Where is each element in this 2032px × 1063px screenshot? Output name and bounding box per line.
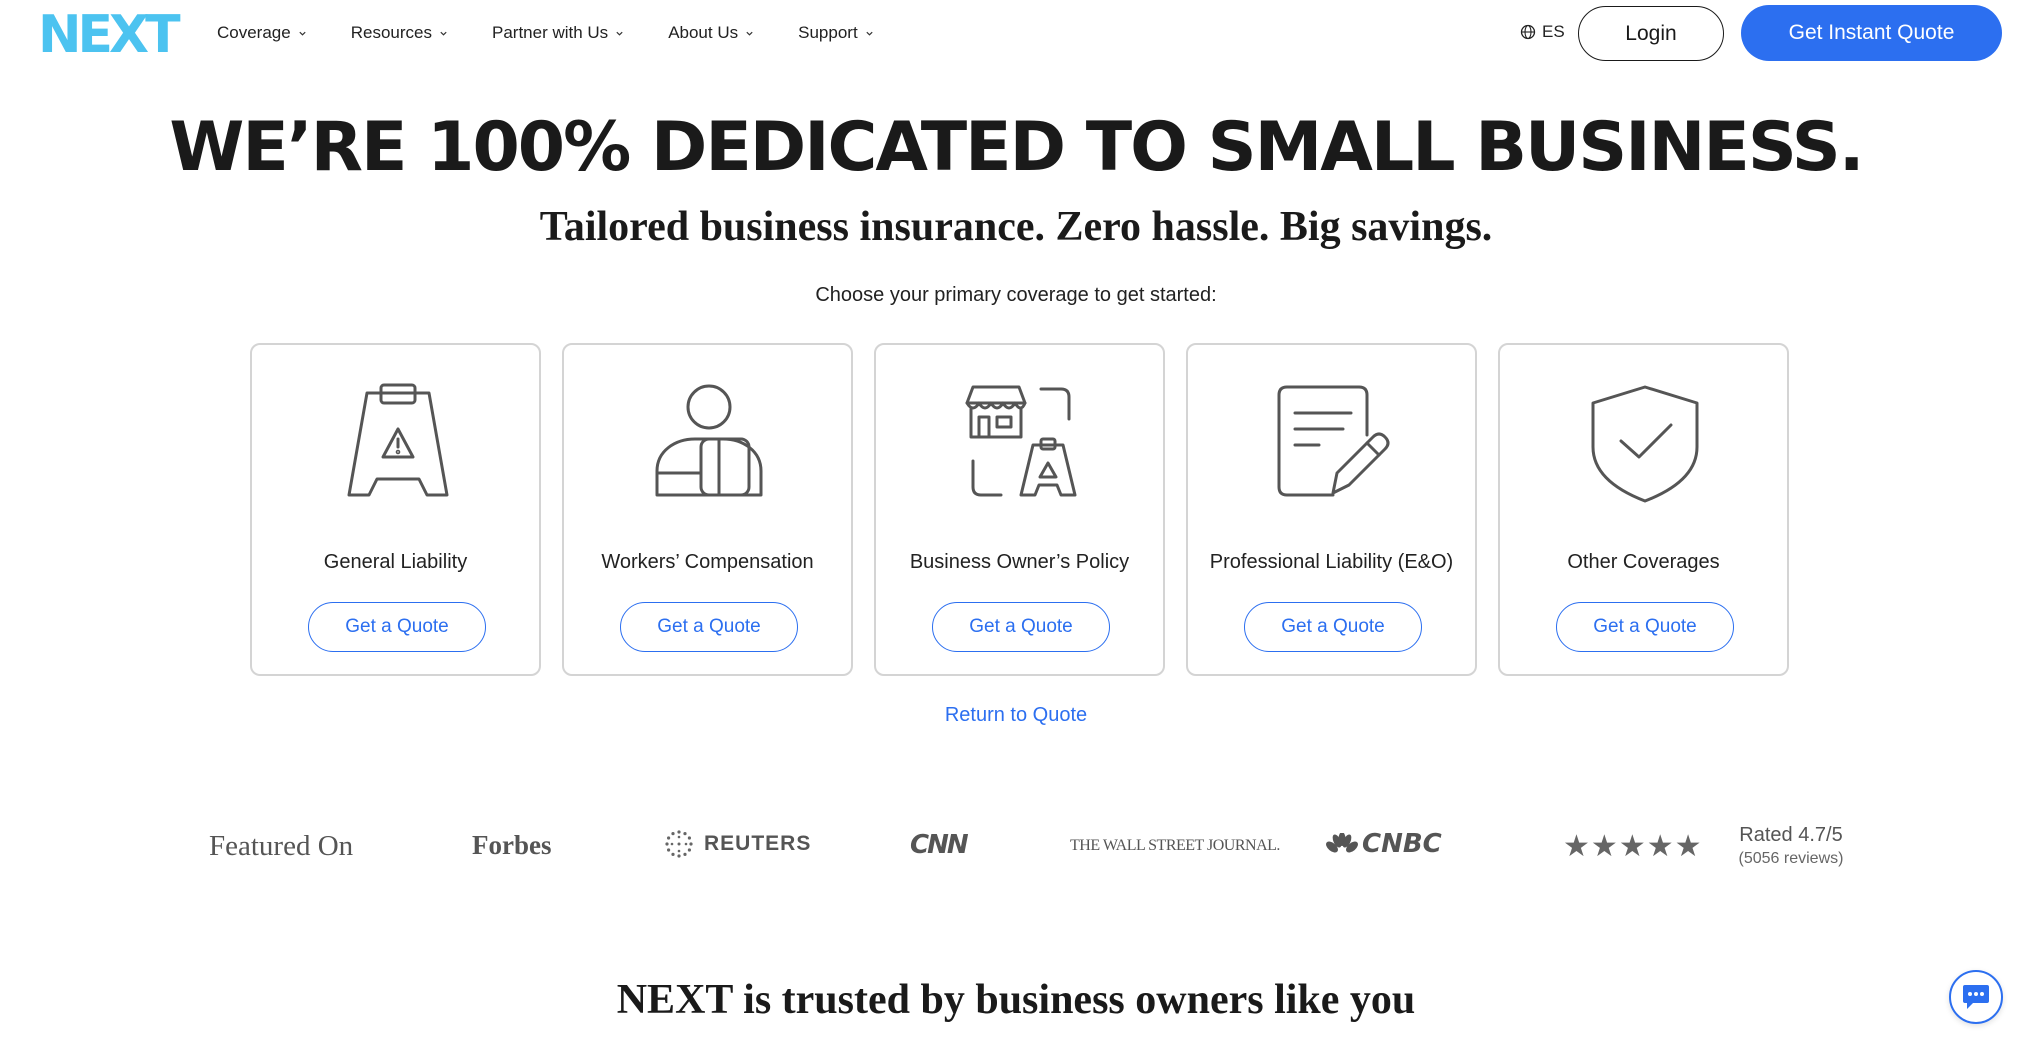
chevron-down-icon <box>866 31 873 36</box>
chat-widget-button[interactable] <box>1949 970 2003 1024</box>
nav-about-label: About Us <box>668 23 739 42</box>
chevron-down-icon <box>746 31 753 36</box>
featured-on-strip: Featured On Forbes REUTERS CNN THE WALL … <box>0 820 2032 880</box>
coverage-label: Professional Liability (E&O) <box>1209 551 1454 573</box>
nav-partner-label: Partner with Us <box>491 23 609 42</box>
bop-quote-button[interactable]: Get a Quote <box>932 602 1110 652</box>
coverage-label: Workers’ Compensation <box>601 551 814 573</box>
star-icon: ★ <box>1590 830 1618 863</box>
coverage-label: General Liability <box>323 551 468 573</box>
other-coverages-quote-button[interactable]: Get a Quote <box>1556 602 1734 652</box>
general-liability-quote-button[interactable]: Get a Quote <box>308 602 486 652</box>
wsj-logo: THE WALL STREET JOURNAL. <box>1070 837 1280 854</box>
forbes-logo: Forbes <box>472 830 552 860</box>
coverage-label: Other Coverages <box>1567 551 1720 573</box>
star-icon: ★ <box>1618 830 1646 863</box>
trusted-heading: NEXT is trusted by business owners like … <box>616 977 1416 1023</box>
nav-about[interactable]: About Us <box>668 23 754 43</box>
nav-coverage[interactable]: Coverage <box>217 23 307 43</box>
nav-coverage-label: Coverage <box>217 23 291 42</box>
return-to-quote-link[interactable]: Return to Quote <box>0 704 2032 727</box>
featured-on-label: Featured On <box>209 830 354 862</box>
chevron-down-icon <box>299 31 306 36</box>
reuters-wordmark: REUTERS <box>704 832 812 855</box>
main-nav: Coverage Resources Partner with Us About… <box>217 20 918 46</box>
nav-partner[interactable]: Partner with Us <box>492 23 624 43</box>
coverage-card-workers-comp[interactable]: Workers’ Compensation Get a Quote <box>562 343 853 676</box>
professional-liability-quote-button[interactable]: Get a Quote <box>1244 602 1422 652</box>
star-icon: ★ <box>1563 830 1590 863</box>
svg-text:NEXT: NEXT <box>38 8 181 58</box>
star-rating: ★ ★ ★ ★ ★ <box>1563 832 1703 862</box>
star-icon: ★ <box>1646 830 1674 863</box>
chevron-down-icon <box>616 31 623 36</box>
coverage-card-professional-liability[interactable]: Professional Liability (E&O) Get a Quote <box>1186 343 1477 676</box>
shield-check-icon <box>1591 385 1699 503</box>
nav-support-label: Support <box>798 23 858 42</box>
review-count: (5056 reviews) <box>1738 850 1844 867</box>
reuters-logo: REUTERS <box>664 829 811 859</box>
workers-comp-quote-button[interactable]: Get a Quote <box>620 602 798 652</box>
cnbc-wordmark: CNBC <box>1362 829 1442 859</box>
star-icon: ★ <box>1674 830 1702 863</box>
page-subheadline: Tailored business insurance. Zero hassle… <box>539 204 1493 250</box>
chat-bubble-icon <box>1963 985 1989 1009</box>
language-label: ES <box>1542 22 1565 41</box>
peacock-icon <box>1326 833 1358 853</box>
coverage-card-bop[interactable]: Business Owner’s Policy Get a Quote <box>874 343 1165 676</box>
cnbc-logo: CNBC <box>1326 829 1442 859</box>
coverage-prompt: Choose your primary coverage to get star… <box>815 284 1217 306</box>
document-pen-icon <box>1277 385 1390 497</box>
language-switcher[interactable]: ES <box>1520 22 1565 42</box>
login-button[interactable]: Login <box>1578 6 1724 61</box>
page-headline: WE’RE 100% DEDICATED TO SMALL BUSINESS. <box>169 108 1864 187</box>
chevron-down-icon <box>440 31 447 36</box>
coverage-card-other[interactable]: Other Coverages Get a Quote <box>1498 343 1789 676</box>
coverage-label: Business Owner’s Policy <box>909 551 1130 573</box>
get-instant-quote-button[interactable]: Get Instant Quote <box>1741 5 2002 61</box>
coverage-cards: General Liability Get a Quote Workers’ C… <box>250 343 1810 676</box>
rating-summary[interactable]: Rated 4.7/5 (5056 reviews) <box>1716 824 1866 868</box>
wet-floor-sign-icon <box>347 383 449 497</box>
coverage-card-general-liability[interactable]: General Liability Get a Quote <box>250 343 541 676</box>
nav-resources-label: Resources <box>350 23 432 42</box>
injured-worker-icon <box>655 384 763 497</box>
site-header: NEXT Coverage Resources Partner with Us … <box>0 0 2032 66</box>
reuters-dot-icon <box>665 830 693 858</box>
next-logo[interactable]: NEXT <box>38 8 188 58</box>
storefront-bundle-icon <box>965 385 1077 497</box>
nav-resources[interactable]: Resources <box>351 23 448 43</box>
rating-score: Rated 4.7/5 <box>1739 824 1843 846</box>
cnn-logo: CNN <box>910 830 969 860</box>
nav-support[interactable]: Support <box>798 23 874 43</box>
globe-icon <box>1520 24 1536 40</box>
